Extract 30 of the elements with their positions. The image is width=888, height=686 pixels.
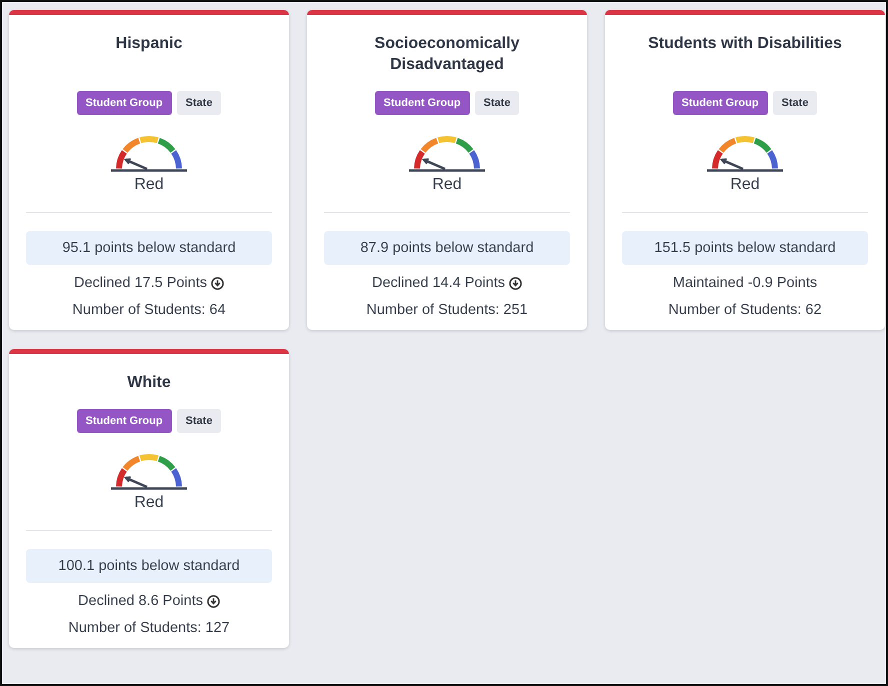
toggle-tab[interactable]: State <box>176 91 222 115</box>
points-summary: 87.9 points below standard <box>324 231 570 265</box>
change-text: Declined 14.4 Points <box>372 275 505 291</box>
card-title: Students with Disabilities <box>647 34 843 54</box>
toggle-tab[interactable]: Student Group <box>76 409 172 433</box>
card-title: White <box>126 373 172 393</box>
student-count: Number of Students: 251 <box>366 302 528 318</box>
down-arrow-icon <box>211 276 224 290</box>
toggle-tab[interactable]: Student Group <box>374 91 470 115</box>
student-count: Number of Students: 62 <box>668 302 822 318</box>
points-summary: 95.1 points below standard <box>26 231 272 265</box>
status-label: Red <box>26 173 272 213</box>
toggle-tab[interactable]: Student Group <box>672 91 768 115</box>
change-text: Declined 17.5 Points <box>74 275 207 291</box>
change-text: Maintained -0.9 Points <box>672 275 818 291</box>
down-arrow-icon <box>509 276 522 290</box>
status-label: Red <box>622 173 868 213</box>
status-label: Red <box>324 173 570 213</box>
status-label: Red <box>26 491 272 531</box>
toggle-tab[interactable]: State <box>474 91 520 115</box>
toggle-tab[interactable]: Student Group <box>76 91 172 115</box>
card-title: Socioeconomically Disadvantaged <box>374 34 520 75</box>
student-count: Number of Students: 64 <box>72 302 226 318</box>
card-title: Hispanic <box>114 34 184 54</box>
change-text: Declined 8.6 Points <box>78 593 203 609</box>
toggle-tab[interactable]: State <box>772 91 818 115</box>
toggle-tab[interactable]: State <box>176 409 222 433</box>
student-count: Number of Students: 127 <box>68 620 230 636</box>
points-summary: 151.5 points below standard <box>622 231 868 265</box>
points-summary: 100.1 points below standard <box>26 549 272 583</box>
